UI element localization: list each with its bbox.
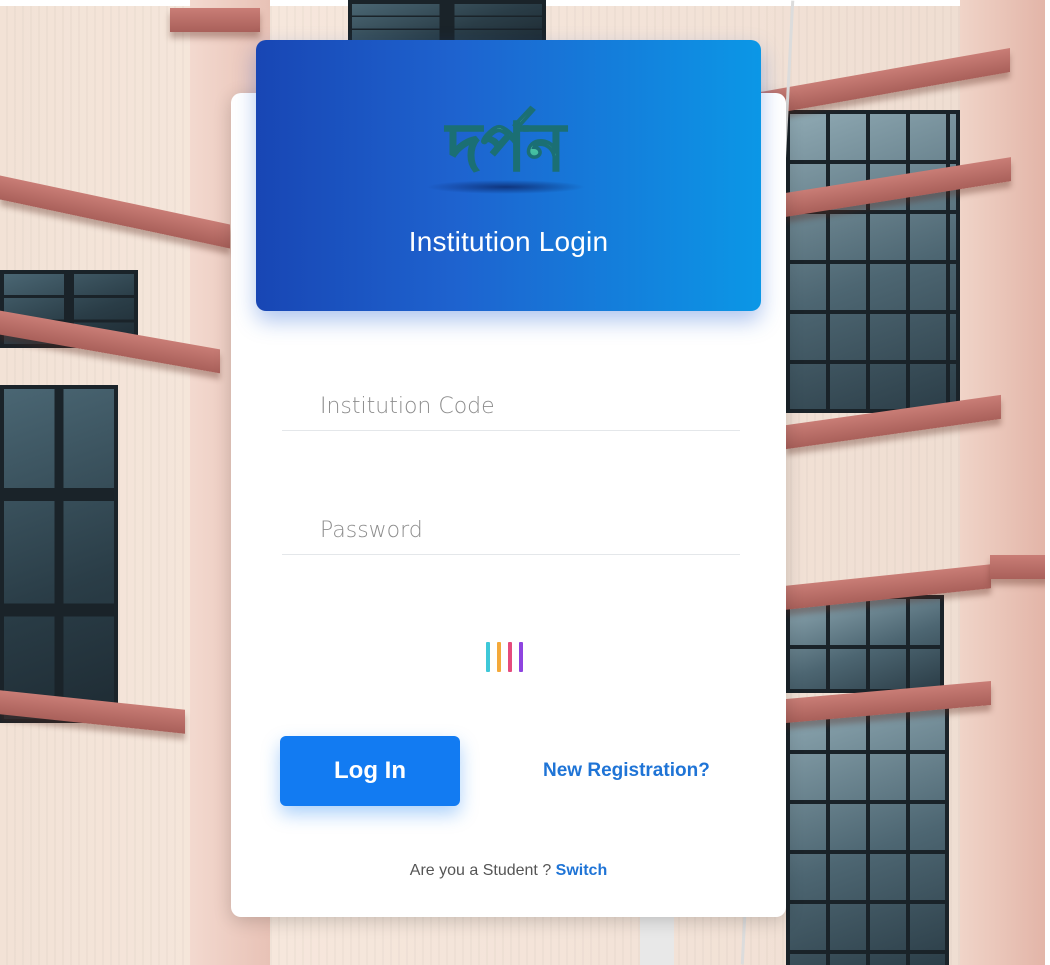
building-ledge (170, 8, 260, 32)
institution-code-input[interactable] (318, 382, 732, 430)
student-switch-line: Are you a Student ? Switch (231, 862, 786, 880)
institution-code-field (282, 382, 740, 431)
logo-text: দর্পন (445, 106, 568, 186)
switch-link[interactable]: Switch (556, 862, 608, 879)
darpan-logo: দর্পন (406, 72, 606, 212)
loading-bars-icon (486, 642, 523, 672)
building-window (786, 700, 949, 965)
new-registration-link[interactable]: New Registration? (543, 760, 743, 782)
login-button[interactable]: Log In (280, 736, 460, 806)
login-card-header: দর্পন Institution Login (256, 40, 761, 311)
page-title: Institution Login (408, 226, 609, 257)
loading-bar (497, 642, 501, 672)
building-column-right (960, 0, 1050, 965)
building-window (786, 110, 960, 413)
right-edge (1045, 0, 1050, 965)
loading-bar (508, 642, 512, 672)
building-window (786, 595, 944, 693)
password-field (282, 506, 740, 555)
building-ledge (990, 555, 1050, 579)
student-prompt-text: Are you a Student ? (409, 862, 556, 879)
password-input[interactable] (318, 506, 732, 554)
loading-bar (519, 642, 523, 672)
loading-bar (486, 642, 490, 672)
building-window (0, 385, 118, 723)
logo-shadow (426, 180, 586, 194)
